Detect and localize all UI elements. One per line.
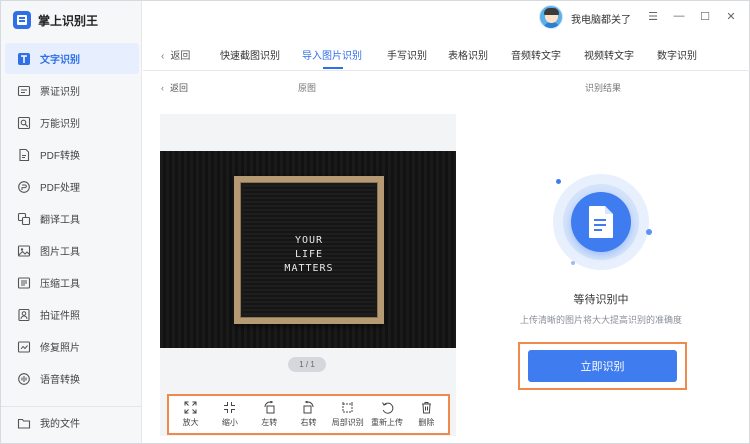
rotate-left-button[interactable]: 左转 [253, 401, 285, 428]
sidebar-item-label: 图片工具 [40, 247, 80, 258]
waiting-illustration [548, 169, 654, 275]
sidebar-item-label: 拍证件照 [40, 311, 80, 322]
sidebar-item-label: 票证识别 [40, 87, 80, 98]
image-icon [17, 244, 31, 258]
zoom-out-button[interactable]: 缩小 [214, 401, 246, 428]
status-title: 等待识别中 [573, 294, 629, 306]
sidebar-nav: 文字识别 票证识别 万能识别 PDF转换 PDF处理 翻译工具 图片工具 压缩工… [1, 43, 141, 395]
close-icon[interactable]: ✕ [722, 7, 740, 25]
sub-header: ‹ 返回 原图 识别结果 [143, 71, 750, 101]
ticket-icon [17, 84, 31, 98]
zoom-in-button[interactable]: 放大 [175, 401, 207, 428]
tab-import-image[interactable]: 导入图片识别 [302, 47, 362, 62]
sidebar-item-pdf-convert[interactable]: PDF转换 [5, 139, 139, 170]
sidebar-item-my-files[interactable]: 我的文件 [5, 407, 139, 438]
recognize-highlight: 立即识别 [518, 342, 687, 390]
image-toolbar: 放大 缩小 左转 右转 局部识别 重新上传 删除 [167, 394, 450, 435]
scan-icon [17, 116, 31, 130]
result-label: 识别结果 [585, 83, 622, 93]
reupload-icon [381, 402, 393, 414]
tab-table[interactable]: 表格识别 [448, 47, 488, 62]
rotate-right-button[interactable]: 右转 [292, 401, 324, 428]
back-button[interactable]: ‹ 返回 [161, 47, 190, 62]
sidebar-item-label: 万能识别 [40, 119, 80, 130]
status-hint: 上传清晰的图片将大大提高识别的准确度 [519, 315, 682, 325]
delete-button[interactable]: 删除 [410, 401, 442, 428]
image-preview-panel: YOUR LIFE MATTERS 1 / 1 [160, 114, 456, 436]
sidebar-item-label: 文字识别 [40, 55, 80, 66]
original-label: 原图 [298, 83, 317, 93]
rotate-right-icon [303, 401, 314, 414]
user-name[interactable]: 我电脑都关了 [571, 11, 631, 26]
sidebar-item-universal[interactable]: 万能识别 [5, 107, 139, 138]
sidebar-item-pdf-process[interactable]: PDF处理 [5, 171, 139, 202]
page-indicator: 1 / 1 [288, 357, 326, 372]
sidebar-item-compress[interactable]: 压缩工具 [5, 267, 139, 298]
pdf-convert-icon [17, 148, 31, 162]
sidebar-item-label: 语音转换 [40, 375, 80, 386]
translate-icon [17, 212, 31, 226]
sidebar-item-label: 我的文件 [40, 419, 80, 430]
recognize-now-button[interactable]: 立即识别 [528, 350, 677, 382]
active-tab-indicator [323, 67, 343, 69]
sidebar-item-ticket[interactable]: 票证识别 [5, 75, 139, 106]
sidebar: 掌上识别王 文字识别 票证识别 万能识别 PDF转换 PDF处理 翻译工具 图片… [1, 1, 142, 443]
tab-audio-to-text[interactable]: 音频转文字 [511, 47, 561, 62]
crop-icon [342, 402, 353, 413]
tab-video-to-text[interactable]: 视频转文字 [584, 47, 634, 62]
chevron-left-icon: ‹ [161, 83, 164, 93]
brand: 掌上识别王 [13, 10, 98, 30]
rotate-left-icon [264, 401, 275, 414]
sub-back-button[interactable]: ‹ 返回 [161, 81, 188, 94]
sidebar-bottom: 我的文件 [1, 406, 141, 436]
avatar[interactable] [539, 5, 563, 29]
letter-board: YOUR LIFE MATTERS [234, 176, 384, 324]
sidebar-item-label: 修复照片 [40, 343, 80, 354]
sidebar-item-voice[interactable]: 语音转换 [5, 363, 139, 394]
zoom-out-icon [224, 402, 236, 413]
document-icon [589, 206, 613, 238]
sidebar-item-label: PDF处理 [40, 183, 80, 194]
reupload-button[interactable]: 重新上传 [371, 401, 403, 428]
tab-handwriting[interactable]: 手写识别 [387, 47, 427, 62]
uploaded-image: YOUR LIFE MATTERS [160, 151, 456, 348]
sidebar-item-label: 翻译工具 [40, 215, 80, 226]
sidebar-item-image-tools[interactable]: 图片工具 [5, 235, 139, 266]
trash-icon [421, 402, 431, 414]
text-recognition-icon [17, 52, 31, 66]
sidebar-item-id-photo[interactable]: 拍证件照 [5, 299, 139, 330]
sidebar-item-repair-photo[interactable]: 修复照片 [5, 331, 139, 362]
tab-quick-screenshot[interactable]: 快速截图识别 [220, 47, 280, 62]
pdf-process-icon [17, 180, 31, 194]
local-recognition-button[interactable]: 局部识别 [332, 401, 364, 428]
sidebar-item-translate[interactable]: 翻译工具 [5, 203, 139, 234]
chevron-left-icon: ‹ [161, 51, 165, 62]
zoom-in-icon [184, 401, 197, 414]
maximize-icon[interactable]: ☐ [696, 7, 714, 25]
tab-bar: ‹ 返回 快速截图识别 导入图片识别 手写识别 表格识别 音频转文字 视频转文字 … [143, 34, 750, 71]
compress-icon [17, 276, 31, 290]
folder-icon [17, 416, 31, 430]
app-window: 掌上识别王 文字识别 票证识别 万能识别 PDF转换 PDF处理 翻译工具 图片… [0, 0, 750, 444]
sidebar-item-label: 压缩工具 [40, 279, 80, 290]
app-logo-icon [13, 11, 31, 29]
app-title: 掌上识别王 [38, 13, 99, 28]
image-text: YOUR LIFE MATTERS [284, 235, 334, 274]
menu-icon[interactable]: ☰ [644, 7, 662, 25]
title-bar: 我电脑都关了 ☰ — ☐ ✕ [143, 1, 750, 34]
sidebar-item-text-recognition[interactable]: 文字识别 [5, 43, 139, 74]
repair-photo-icon [17, 340, 31, 354]
tab-number[interactable]: 数字识别 [657, 47, 697, 62]
id-photo-icon [17, 308, 31, 322]
voice-icon [17, 372, 31, 386]
sidebar-item-label: PDF转换 [40, 151, 80, 162]
minimize-icon[interactable]: — [670, 7, 688, 25]
